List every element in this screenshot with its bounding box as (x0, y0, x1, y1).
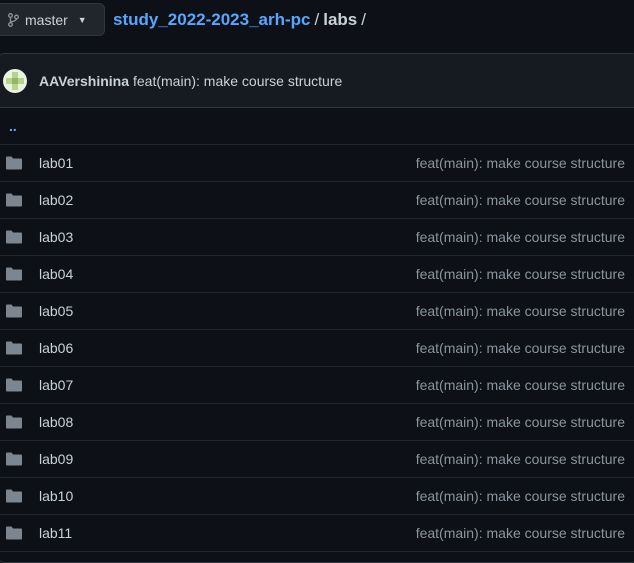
file-name-link[interactable]: lab06 (39, 340, 73, 356)
file-name-link[interactable]: lab10 (39, 488, 73, 504)
folder-icon (6, 341, 22, 360)
folder-icon (6, 378, 22, 397)
branch-label: master (25, 11, 68, 28)
file-row[interactable]: lab06 feat(main): make course structure (0, 330, 634, 367)
file-name-link[interactable]: lab05 (39, 303, 73, 319)
breadcrumb-repo-link[interactable]: study_2022-2023_arh-pc (113, 10, 311, 30)
parent-directory-link[interactable]: .. (9, 118, 17, 134)
file-name-link[interactable]: lab08 (39, 414, 73, 430)
parent-directory-row: .. (0, 108, 634, 145)
folder-icon (6, 304, 22, 323)
folder-icon (6, 193, 22, 212)
file-commit-message-link[interactable]: feat(main): make course structure (416, 229, 625, 245)
file-row[interactable]: lab04 feat(main): make course structure (0, 256, 634, 293)
file-list: lab01 feat(main): make course structure … (0, 145, 634, 552)
file-commit-message-link[interactable]: feat(main): make course structure (416, 414, 625, 430)
folder-icon (6, 156, 22, 175)
latest-commit-bar: AAVershinina feat(main): make course str… (0, 54, 634, 108)
branch-select-button[interactable]: master ▼ (0, 3, 105, 36)
file-commit-message-link[interactable]: feat(main): make course structure (416, 525, 625, 541)
file-browser: AAVershinina feat(main): make course str… (0, 53, 634, 563)
file-name-link[interactable]: lab04 (39, 266, 73, 282)
file-commit-message-link[interactable]: feat(main): make course structure (416, 340, 625, 356)
file-commit-message-link[interactable]: feat(main): make course structure (416, 488, 625, 504)
file-row[interactable]: lab01 feat(main): make course structure (0, 145, 634, 182)
breadcrumb-current-dir: labs (323, 10, 358, 29)
commit-author-link[interactable]: AAVershinina (39, 73, 129, 89)
file-name-link[interactable]: lab02 (39, 192, 73, 208)
file-name-link[interactable]: lab09 (39, 451, 73, 467)
file-row[interactable]: lab08 feat(main): make course structure (0, 404, 634, 441)
avatar[interactable] (3, 68, 27, 93)
file-name-link[interactable]: lab01 (39, 155, 73, 171)
file-commit-message-link[interactable]: feat(main): make course structure (416, 451, 625, 467)
commit-message-link[interactable]: feat(main): make course structure (133, 73, 342, 89)
file-commit-message-link[interactable]: feat(main): make course structure (416, 192, 625, 208)
breadcrumb-separator: / (314, 10, 320, 29)
breadcrumb: study_2022-2023_arh-pc / labs / (113, 10, 366, 30)
folder-icon (6, 489, 22, 508)
folder-icon (6, 230, 22, 249)
file-row[interactable]: lab03 feat(main): make course structure (0, 219, 634, 256)
file-commit-message-link[interactable]: feat(main): make course structure (416, 155, 625, 171)
file-row[interactable]: lab02 feat(main): make course structure (0, 182, 634, 219)
file-row[interactable]: lab09 feat(main): make course structure (0, 441, 634, 478)
folder-icon (6, 526, 22, 545)
top-bar: master ▼ study_2022-2023_arh-pc / labs / (0, 0, 634, 40)
chevron-down-icon: ▼ (77, 14, 87, 25)
folder-icon (6, 267, 22, 286)
file-commit-message-link[interactable]: feat(main): make course structure (416, 266, 625, 282)
folder-icon (6, 415, 22, 434)
file-row[interactable]: lab10 feat(main): make course structure (0, 478, 634, 515)
file-row[interactable]: lab11 feat(main): make course structure (0, 515, 634, 552)
file-commit-message-link[interactable]: feat(main): make course structure (416, 377, 625, 393)
git-branch-icon (8, 12, 19, 27)
file-name-link[interactable]: lab03 (39, 229, 73, 245)
breadcrumb-trailing-separator: / (361, 10, 367, 29)
file-name-link[interactable]: lab07 (39, 377, 73, 393)
file-commit-message-link[interactable]: feat(main): make course structure (416, 303, 625, 319)
file-row[interactable]: lab07 feat(main): make course structure (0, 367, 634, 404)
folder-icon (6, 452, 22, 471)
file-name-link[interactable]: lab11 (39, 525, 72, 541)
file-row[interactable]: lab05 feat(main): make course structure (0, 293, 634, 330)
